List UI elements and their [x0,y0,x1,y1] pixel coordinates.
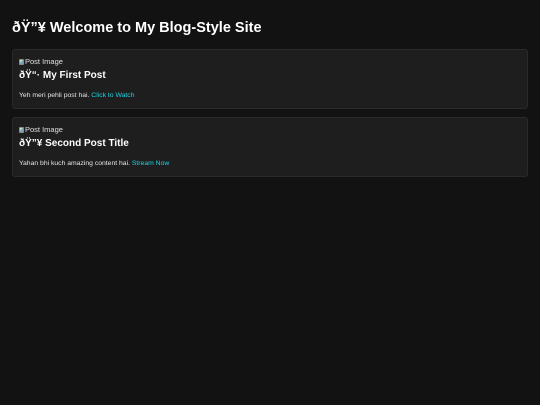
post-title: ðŸ“· My First Post [19,70,106,81]
site-title: ðŸ”¥ Welcome to My Blog-Style Site [12,20,262,36]
post-body: Yeh meri pehli post hai. Click to Watch [19,91,521,101]
broken-image-icon [19,126,24,133]
post-body: Yahan bhi kuch amazing content hai. Stre… [19,159,521,169]
post-card-2: Post Image ðŸ”¥ Second Post Title Yahan … [12,117,528,177]
broken-image-icon [19,58,24,65]
post-image: Post Image [19,56,521,67]
post-image-alt: Post Image [25,57,63,66]
post-image-alt: Post Image [25,125,63,134]
stream-now-link[interactable]: Stream Now [132,160,169,167]
click-to-watch-link[interactable]: Click to Watch [91,92,134,99]
page: ðŸ”¥ Welcome to My Blog-Style Site Post … [0,0,540,405]
post-text: Yahan bhi kuch amazing content hai. [19,160,130,167]
post-title: ðŸ”¥ Second Post Title [19,138,129,149]
post-text: Yeh meri pehli post hai. [19,92,90,99]
post-image: Post Image [19,124,521,135]
post-card-1: Post Image ðŸ“· My First Post Yeh meri p… [12,49,528,109]
